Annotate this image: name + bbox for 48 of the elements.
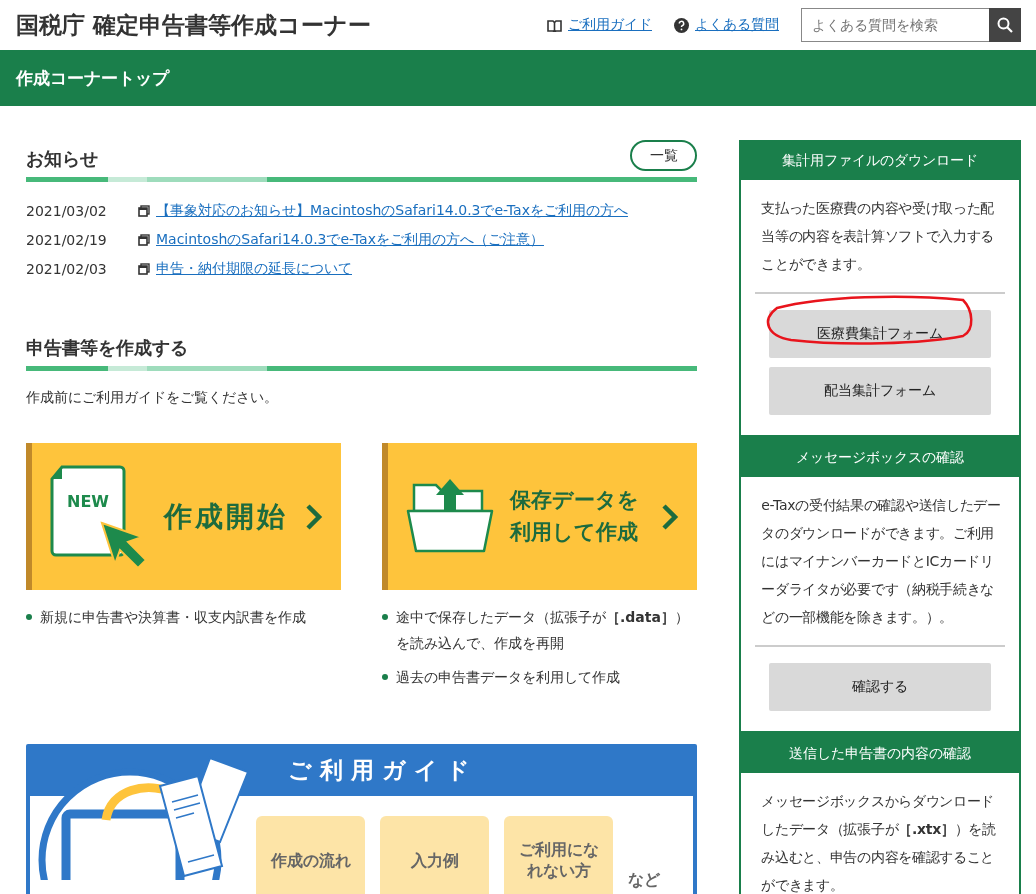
news-date: 2021/02/03: [26, 261, 108, 277]
panel-text: e-Taxの受付結果の確認や送信したデータのダウンロードができます。ご利用にはマイナンバーカードとICカードリーダライタが必要です（納税手続きなどの一部機能を除きます。）。: [760, 496, 1002, 627]
section-title: お知らせ: [26, 147, 98, 171]
create-card-button[interactable]: 保存データを利用して作成: [382, 443, 697, 590]
section-title: 申告書等を作成する: [26, 336, 188, 360]
guide-item: ご利用になれない方: [504, 816, 613, 894]
news-link[interactable]: 申告・納付期限の延長について: [156, 260, 352, 278]
panel-button[interactable]: 医療費集計フォーム: [769, 310, 991, 358]
chevron-right-icon: [661, 502, 679, 531]
news-date: 2021/03/02: [26, 203, 108, 219]
guide-note: 作成前にご利用ガイドをご覧ください。: [26, 389, 279, 407]
header-link[interactable]: ご利用ガイド: [547, 16, 652, 34]
panel-title: 送信した申告書の内容の確認: [741, 733, 1019, 773]
help-icon: [674, 17, 689, 33]
guide-title: ご利用ガイド: [287, 755, 479, 785]
panel-title: 集計用ファイルのダウンロード: [741, 140, 1019, 180]
panel-button[interactable]: 配当集計フォーム: [769, 367, 991, 415]
card-note: 過去の申告書データを利用して作成: [396, 668, 620, 687]
chevron-right-icon: [305, 502, 323, 531]
window-icon: [138, 205, 150, 217]
guide-item: 作成の流れ: [256, 816, 365, 894]
card-note: 途中で保存したデータ（拡張子が［.data］）を読み込んで、作成を再開: [396, 608, 690, 653]
guide-banner[interactable]: ご利用ガイド 作成の流れ 入力例 ご利用になれない方 など: [26, 744, 698, 894]
guide-suffix: など: [628, 870, 660, 891]
window-icon: [138, 263, 150, 275]
search-icon: [997, 17, 1013, 33]
search-button[interactable]: [989, 8, 1021, 42]
news-link[interactable]: MacintoshのSafari14.0.3でe-Taxをご利用の方へ（ご注意）: [156, 231, 544, 249]
search-field[interactable]: よくある質問を検索: [801, 8, 989, 42]
card-note: 新規に申告書や決算書・収支内訳書を作成: [40, 608, 306, 627]
nav-title[interactable]: 作成コーナートップ: [16, 66, 169, 90]
bullet-icon: [26, 614, 32, 620]
create-card-button[interactable]: NEW 作成開始: [26, 443, 341, 590]
bullet-icon: [382, 614, 388, 620]
guide-item: 入力例: [380, 816, 489, 894]
panel-button[interactable]: 確認する: [769, 663, 991, 711]
news-link[interactable]: 【事象対応のお知らせ】MacintoshのSafari14.0.3でe-Taxをご利用の方へ: [156, 202, 628, 220]
header-link[interactable]: よくある質問: [674, 16, 779, 34]
bullet-icon: [382, 674, 388, 680]
panel-text: 支払った医療費の内容や受け取った配当等の内容を表計算ソフトで入力することができます。: [760, 199, 996, 274]
new-document-cursor-drawing: NEW: [50, 464, 148, 569]
window-icon: [138, 234, 150, 246]
panel-title: メッセージボックスの確認: [741, 437, 1019, 477]
site-title: 国税庁 確定申告書等作成コーナー: [16, 10, 372, 40]
list-button[interactable]: 一覧: [630, 140, 698, 171]
panel-text: メッセージボックスからダウンロードしたデータ（拡張子が［.xtx］）を読み込むと、申告の内容を確認することができます。: [760, 792, 997, 894]
book-icon: [547, 18, 562, 32]
news-date: 2021/02/19: [26, 232, 108, 248]
